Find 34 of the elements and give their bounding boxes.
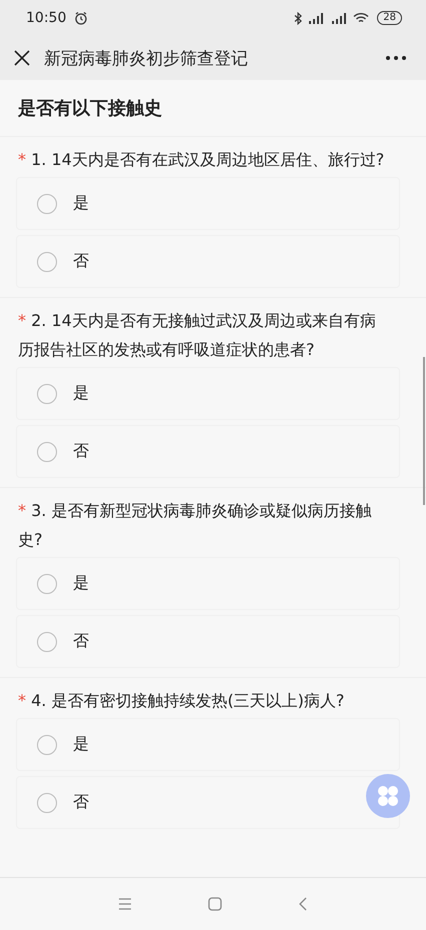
signal-icon xyxy=(330,12,348,24)
question-text: * 2. 14天内是否有无接触过武汉及周边或来自有病历报告社区的发热或有呼吸道症状的患者? xyxy=(17,310,377,361)
question-text: * 1. 14天内是否有在武汉及周边地区居住、旅行过? xyxy=(17,149,386,171)
more-icon[interactable] xyxy=(386,56,406,60)
status-time: 10:50 xyxy=(26,10,66,26)
radio-button[interactable] xyxy=(37,792,57,812)
radio-option[interactable]: 否 xyxy=(16,615,400,668)
back-icon[interactable] xyxy=(298,897,308,911)
radio-option[interactable]: 是 xyxy=(16,177,400,230)
question-text: * 4. 是否有密切接触持续发热(三天以上)病人? xyxy=(17,690,346,712)
radio-button[interactable] xyxy=(37,632,57,652)
radio-option[interactable]: 是 xyxy=(16,557,400,610)
battery-level: 28 xyxy=(377,11,402,25)
radio-button[interactable] xyxy=(37,442,57,462)
radio-option[interactable]: 是 xyxy=(16,718,400,771)
radio-button[interactable] xyxy=(37,384,57,404)
radio-button[interactable] xyxy=(37,194,57,214)
signal-icon xyxy=(307,12,326,24)
clover-button[interactable] xyxy=(366,774,410,818)
section-title: 是否有以下接触史 xyxy=(17,97,163,121)
radio-option[interactable]: 否 xyxy=(16,425,400,478)
question-text: * 3. 是否有新型冠状病毒肺炎确诊或疑似病历接触史? xyxy=(17,500,372,551)
page-title: 新冠病毒肺炎初步筛查登记 xyxy=(44,48,249,70)
home-icon[interactable] xyxy=(208,897,222,911)
close-icon[interactable] xyxy=(14,50,30,66)
bluetooth-icon xyxy=(294,12,302,24)
alarm-icon xyxy=(74,11,88,25)
radio-option[interactable]: 否 xyxy=(16,235,400,288)
menu-icon[interactable] xyxy=(118,898,132,910)
radio-button[interactable] xyxy=(37,574,57,594)
radio-button[interactable] xyxy=(37,252,57,272)
radio-option[interactable]: 是 xyxy=(16,367,400,420)
wifi-icon xyxy=(353,12,370,24)
radio-button[interactable] xyxy=(37,734,57,754)
